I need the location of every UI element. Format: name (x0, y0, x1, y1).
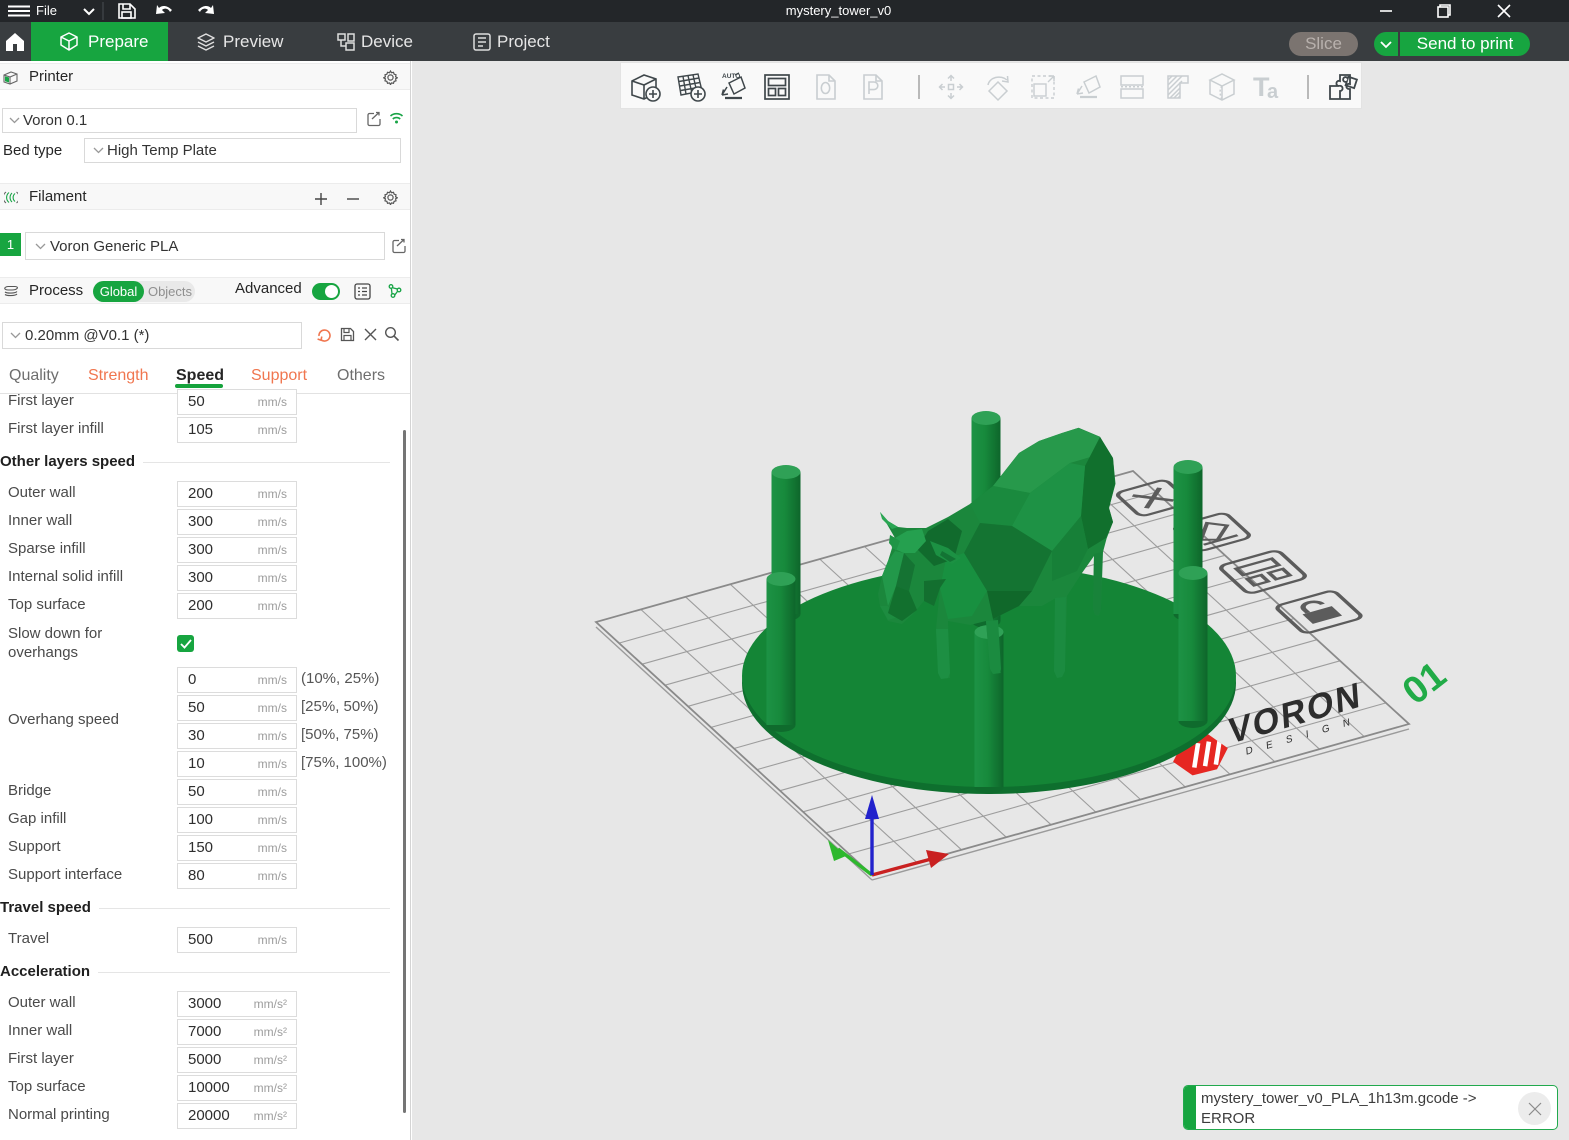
svg-text:01: 01 (1395, 654, 1454, 713)
svg-text:a: a (1267, 81, 1279, 103)
